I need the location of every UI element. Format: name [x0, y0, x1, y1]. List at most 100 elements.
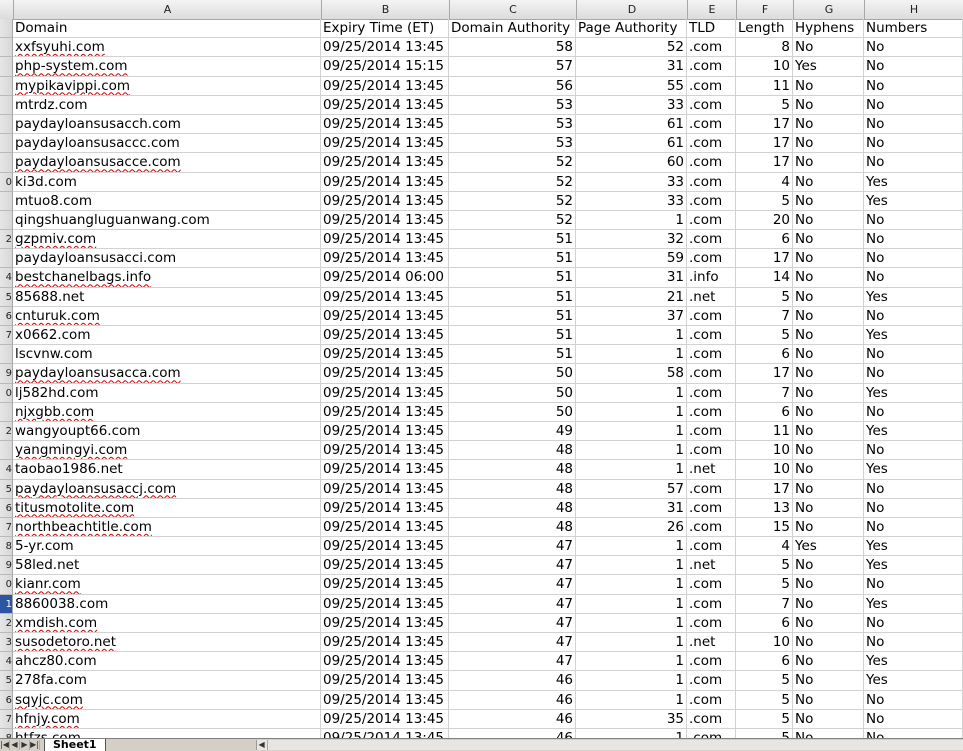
header-cell-expiry[interactable]: Expiry Time (ET) [321, 19, 449, 38]
length-cell[interactable]: 17 [736, 134, 793, 153]
domain-authority-cell[interactable]: 51 [449, 230, 576, 249]
hyphens-cell[interactable]: No [793, 652, 864, 671]
length-cell[interactable]: 6 [736, 230, 793, 249]
expiry-cell[interactable]: 09/25/2014 13:45 [321, 96, 449, 115]
domain-cell[interactable]: hfnjy.com [13, 710, 321, 729]
domain-authority-cell[interactable]: 48 [449, 460, 576, 479]
page-authority-cell[interactable]: 1 [576, 326, 687, 345]
domain-cell[interactable]: qingshuangluguanwang.com [13, 211, 321, 230]
numbers-cell[interactable]: No [864, 134, 963, 153]
numbers-cell[interactable]: No [864, 441, 963, 460]
page-authority-cell[interactable]: 1 [576, 460, 687, 479]
expiry-cell[interactable]: 09/25/2014 13:45 [321, 729, 449, 738]
expiry-cell[interactable]: 09/25/2014 13:45 [321, 633, 449, 652]
tld-cell[interactable]: .com [687, 595, 736, 614]
page-authority-cell[interactable]: 55 [576, 77, 687, 96]
expiry-cell[interactable]: 09/25/2014 13:45 [321, 460, 449, 479]
hyphens-cell[interactable]: No [793, 268, 864, 287]
tld-cell[interactable]: .com [687, 153, 736, 172]
domain-cell[interactable]: kianr.com [13, 575, 321, 594]
select-all-corner[interactable] [0, 0, 14, 19]
domain-authority-cell[interactable]: 48 [449, 480, 576, 499]
domain-cell[interactable]: cnturuk.com [13, 307, 321, 326]
header-cell-domain-authority[interactable]: Domain Authority [449, 19, 576, 38]
expiry-cell[interactable]: 09/25/2014 06:00 [321, 268, 449, 287]
domain-cell[interactable]: titusmotolite.com [13, 499, 321, 518]
next-sheet-button[interactable]: ▶ [20, 740, 30, 750]
domain-authority-cell[interactable]: 48 [449, 499, 576, 518]
column-header-h[interactable]: H [865, 0, 963, 19]
page-authority-cell[interactable]: 1 [576, 556, 687, 575]
expiry-cell[interactable]: 09/25/2014 13:45 [321, 249, 449, 268]
row-number[interactable] [0, 441, 13, 460]
domain-cell[interactable]: mypikavippi.com [13, 77, 321, 96]
hyphens-cell[interactable]: No [793, 633, 864, 652]
hyphens-cell[interactable]: No [793, 729, 864, 738]
page-authority-cell[interactable]: 35 [576, 710, 687, 729]
length-cell[interactable]: 17 [736, 249, 793, 268]
expiry-cell[interactable]: 09/25/2014 13:45 [321, 211, 449, 230]
hyphens-cell[interactable]: No [793, 384, 864, 403]
page-authority-cell[interactable]: 1 [576, 441, 687, 460]
domain-cell[interactable]: njxgbb.com [13, 403, 321, 422]
length-cell[interactable]: 17 [736, 115, 793, 134]
domain-authority-cell[interactable]: 47 [449, 595, 576, 614]
header-cell-hyphens[interactable]: Hyphens [793, 19, 864, 38]
numbers-cell[interactable]: No [864, 249, 963, 268]
hyphens-cell[interactable]: Yes [793, 57, 864, 76]
page-authority-cell[interactable]: 26 [576, 518, 687, 537]
hyphens-cell[interactable]: No [793, 230, 864, 249]
numbers-cell[interactable]: Yes [864, 652, 963, 671]
numbers-cell[interactable]: Yes [864, 537, 963, 556]
numbers-cell[interactable]: Yes [864, 326, 963, 345]
length-cell[interactable]: 10 [736, 57, 793, 76]
length-cell[interactable]: 5 [736, 691, 793, 710]
numbers-cell[interactable]: No [864, 211, 963, 230]
numbers-cell[interactable]: No [864, 499, 963, 518]
tld-cell[interactable]: .com [687, 652, 736, 671]
hyphens-cell[interactable]: No [793, 403, 864, 422]
domain-cell[interactable]: paydayloansusacca.com [13, 364, 321, 383]
expiry-cell[interactable]: 09/25/2014 13:45 [321, 499, 449, 518]
hyphens-cell[interactable]: No [793, 441, 864, 460]
expiry-cell[interactable]: 09/25/2014 13:45 [321, 115, 449, 134]
expiry-cell[interactable]: 09/25/2014 13:45 [321, 38, 449, 57]
tld-cell[interactable]: .com [687, 691, 736, 710]
tld-cell[interactable]: .com [687, 480, 736, 499]
domain-authority-cell[interactable]: 47 [449, 556, 576, 575]
length-cell[interactable]: 5 [736, 556, 793, 575]
hyphens-cell[interactable]: No [793, 710, 864, 729]
domain-authority-cell[interactable]: 52 [449, 173, 576, 192]
page-authority-cell[interactable]: 1 [576, 595, 687, 614]
expiry-cell[interactable]: 09/25/2014 13:45 [321, 422, 449, 441]
domain-authority-cell[interactable]: 46 [449, 729, 576, 738]
length-cell[interactable]: 5 [736, 192, 793, 211]
length-cell[interactable]: 4 [736, 173, 793, 192]
domain-authority-cell[interactable]: 49 [449, 422, 576, 441]
domain-authority-cell[interactable]: 57 [449, 57, 576, 76]
page-authority-cell[interactable]: 52 [576, 38, 687, 57]
domain-authority-cell[interactable]: 52 [449, 192, 576, 211]
page-authority-cell[interactable]: 31 [576, 57, 687, 76]
page-authority-cell[interactable]: 1 [576, 614, 687, 633]
row-number[interactable]: 7 [0, 518, 13, 537]
row-number[interactable]: 8 [0, 537, 13, 556]
row-number[interactable] [0, 192, 13, 211]
page-authority-cell[interactable]: 32 [576, 230, 687, 249]
length-cell[interactable]: 6 [736, 652, 793, 671]
length-cell[interactable]: 7 [736, 384, 793, 403]
expiry-cell[interactable]: 09/25/2014 13:45 [321, 345, 449, 364]
tld-cell[interactable]: .com [687, 307, 736, 326]
hyphens-cell[interactable]: No [793, 96, 864, 115]
length-cell[interactable]: 8 [736, 38, 793, 57]
tld-cell[interactable]: .com [687, 326, 736, 345]
hyphens-cell[interactable]: No [793, 422, 864, 441]
domain-cell[interactable]: paydayloansusaccj.com [13, 480, 321, 499]
numbers-cell[interactable]: No [864, 153, 963, 172]
row-number[interactable] [0, 19, 13, 38]
expiry-cell[interactable]: 09/25/2014 13:45 [321, 153, 449, 172]
row-number[interactable]: 4 [0, 652, 13, 671]
length-cell[interactable]: 10 [736, 460, 793, 479]
hyphens-cell[interactable]: No [793, 691, 864, 710]
domain-cell[interactable]: taobao1986.net [13, 460, 321, 479]
